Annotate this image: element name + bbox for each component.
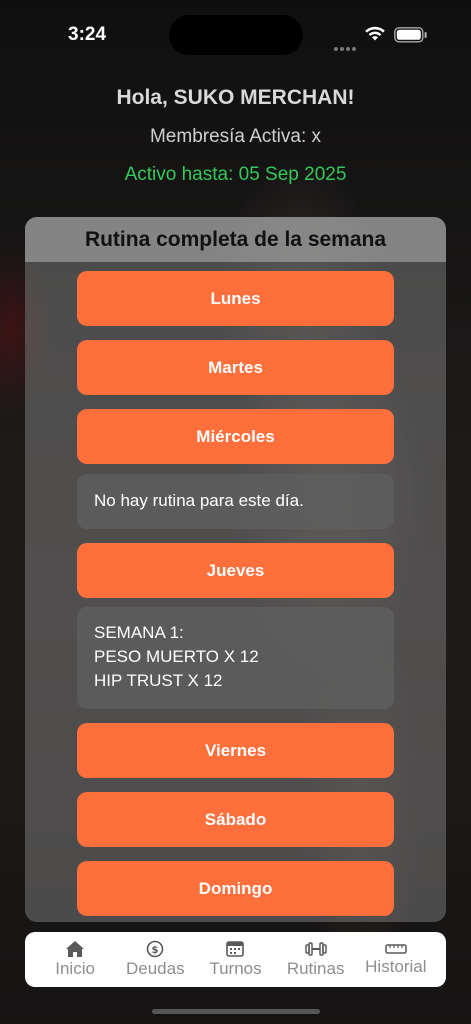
routine-line: PESO MUERTO X 12 xyxy=(94,647,259,666)
house-icon xyxy=(66,941,85,957)
tab-label: Historial xyxy=(365,957,427,976)
dynamic-island xyxy=(169,15,303,55)
tab-deudas[interactable]: $ Deudas xyxy=(117,940,193,979)
status-bar: 3:24 xyxy=(0,0,471,70)
tab-label: Turnos xyxy=(209,959,262,978)
dumbbell-icon xyxy=(304,942,327,956)
tab-bar: Inicio $ Deudas Turnos Rutinas Historial xyxy=(25,932,446,987)
svg-text:$: $ xyxy=(152,945,159,956)
routine-line: SEMANA 1: xyxy=(94,623,184,642)
tab-turnos[interactable]: Turnos xyxy=(197,940,273,979)
day-button-saturday[interactable]: Sábado xyxy=(77,792,394,847)
wifi-icon xyxy=(365,26,385,41)
tab-rutinas[interactable]: Rutinas xyxy=(278,940,354,979)
day-button-thursday[interactable]: Jueves xyxy=(77,543,394,598)
home-indicator[interactable] xyxy=(152,1009,320,1014)
membership-expiry: Activo hasta: 05 Sep 2025 xyxy=(124,164,347,185)
tab-historial[interactable]: Historial xyxy=(358,942,434,977)
panel-title: Rutina completa de la semana xyxy=(25,217,446,262)
tab-inicio[interactable]: Inicio xyxy=(37,940,113,979)
tab-label: Inicio xyxy=(55,959,95,978)
weekly-routine-panel: Rutina completa de la semana Lunes Marte… xyxy=(25,217,446,922)
signal-icon xyxy=(334,38,358,56)
status-time: 3:24 xyxy=(68,24,107,45)
calendar-icon xyxy=(226,941,245,957)
routine-empty-message: No hay rutina para este día. xyxy=(94,491,304,510)
day-button-tuesday[interactable]: Martes xyxy=(77,340,394,395)
greeting-title: Hola, SUKO MERCHAN! xyxy=(116,86,355,109)
day-button-sunday[interactable]: Domingo xyxy=(77,861,394,916)
day-button-wednesday[interactable]: Miércoles xyxy=(77,409,394,464)
tab-label: Deudas xyxy=(125,959,185,978)
routine-thursday: SEMANA 1: PESO MUERTO X 12 HIP TRUST X 1… xyxy=(77,607,394,709)
battery-icon xyxy=(394,27,427,43)
day-button-friday[interactable]: Viernes xyxy=(77,723,394,778)
dollar-circle-icon: $ xyxy=(146,940,164,958)
routine-line: HIP TRUST X 12 xyxy=(94,671,223,690)
history-icon xyxy=(385,944,407,954)
routine-wednesday-empty: No hay rutina para este día. xyxy=(77,474,394,529)
membership-status: Membresía Activa: x xyxy=(149,126,322,147)
tab-label: Rutinas xyxy=(286,959,345,978)
day-button-monday[interactable]: Lunes xyxy=(77,271,394,326)
